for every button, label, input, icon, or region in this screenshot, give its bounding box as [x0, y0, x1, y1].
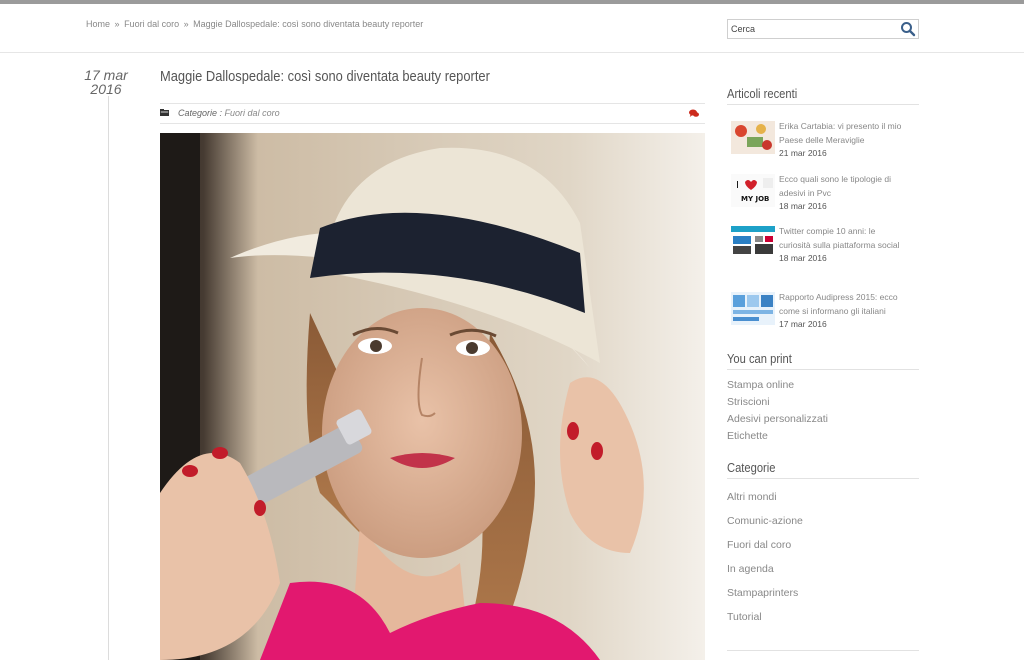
- you-can-print-title: You can print: [727, 351, 792, 366]
- sidebar-divider: [727, 369, 919, 370]
- svg-text:MY JOB: MY JOB: [741, 195, 769, 203]
- post-categories: Categorie : Fuori dal coro: [178, 108, 280, 118]
- recent-thumbnail[interactable]: [731, 121, 775, 154]
- post-meta-bar: Categorie : Fuori dal coro: [160, 103, 705, 124]
- recent-thumbnail[interactable]: [731, 292, 775, 325]
- post-featured-image: [160, 133, 705, 660]
- categories-label: Categorie :: [178, 108, 223, 118]
- breadcrumb-category-link[interactable]: Fuori dal coro: [124, 19, 179, 29]
- categories-title: Categorie: [727, 460, 776, 475]
- top-accent-bar: [0, 0, 1024, 4]
- search-box: [727, 19, 919, 39]
- sidebar-divider: [727, 650, 919, 651]
- breadcrumb-current: Maggie Dallospedale: così sono diventata…: [193, 19, 424, 29]
- recent-link[interactable]: Erika Cartabia: vi presento il mio Paese…: [779, 121, 901, 145]
- recent-date: 18 mar 2016: [779, 253, 827, 263]
- category-link-fuori-dal-coro[interactable]: Fuori dal coro: [727, 539, 791, 551]
- recent-thumbnail[interactable]: I MY JOB: [731, 174, 775, 207]
- breadcrumb-separator: »: [183, 19, 189, 29]
- comments-icon[interactable]: [689, 109, 699, 118]
- recent-articles-title: Articoli recenti: [727, 86, 798, 101]
- folder-icon: [160, 109, 169, 116]
- header-divider: [0, 52, 1024, 53]
- print-link-striscioni[interactable]: Striscioni: [727, 396, 770, 408]
- category-link-comunic-azione[interactable]: Comunic-azione: [727, 515, 803, 527]
- post-category-link[interactable]: Fuori dal coro: [225, 108, 280, 118]
- category-link-stampaprinters[interactable]: Stampaprinters: [727, 587, 798, 599]
- post-date-year: 2016: [90, 81, 122, 97]
- sidebar-divider: [727, 478, 919, 479]
- breadcrumb-separator: »: [114, 19, 120, 29]
- recent-thumbnail[interactable]: [731, 226, 775, 259]
- print-link-stampa-online[interactable]: Stampa online: [727, 379, 794, 391]
- category-link-altri-mondi[interactable]: Altri mondi: [727, 491, 777, 503]
- recent-link[interactable]: Ecco quali sono le tipologie di adesivi …: [779, 174, 891, 198]
- recent-link[interactable]: Rapporto Audipress 2015: ecco come si in…: [779, 292, 898, 316]
- search-icon: [901, 22, 916, 37]
- breadcrumb: Home » Fuori dal coro » Maggie Dallosped…: [86, 19, 423, 29]
- category-link-in-agenda[interactable]: In agenda: [727, 563, 774, 575]
- timeline-line: [108, 96, 109, 660]
- recent-date: 18 mar 2016: [779, 201, 827, 211]
- search-input[interactable]: [731, 21, 891, 37]
- recent-link[interactable]: Twitter compie 10 anni: le curiosità sul…: [779, 226, 899, 250]
- sidebar-divider: [727, 104, 919, 105]
- print-link-adesivi[interactable]: Adesivi personalizzati: [727, 413, 828, 425]
- svg-text:I: I: [736, 180, 739, 191]
- recent-date: 17 mar 2016: [779, 319, 827, 329]
- post-title: Maggie Dallospedale: così sono diventata…: [160, 68, 490, 85]
- search-button[interactable]: [900, 21, 916, 37]
- breadcrumb-home-link[interactable]: Home: [86, 19, 110, 29]
- post-date-day: 17 mar: [84, 67, 128, 83]
- post-date: 17 mar 2016: [80, 68, 132, 96]
- recent-date: 21 mar 2016: [779, 148, 827, 158]
- category-link-tutorial[interactable]: Tutorial: [727, 611, 762, 623]
- print-link-etichette[interactable]: Etichette: [727, 430, 768, 442]
